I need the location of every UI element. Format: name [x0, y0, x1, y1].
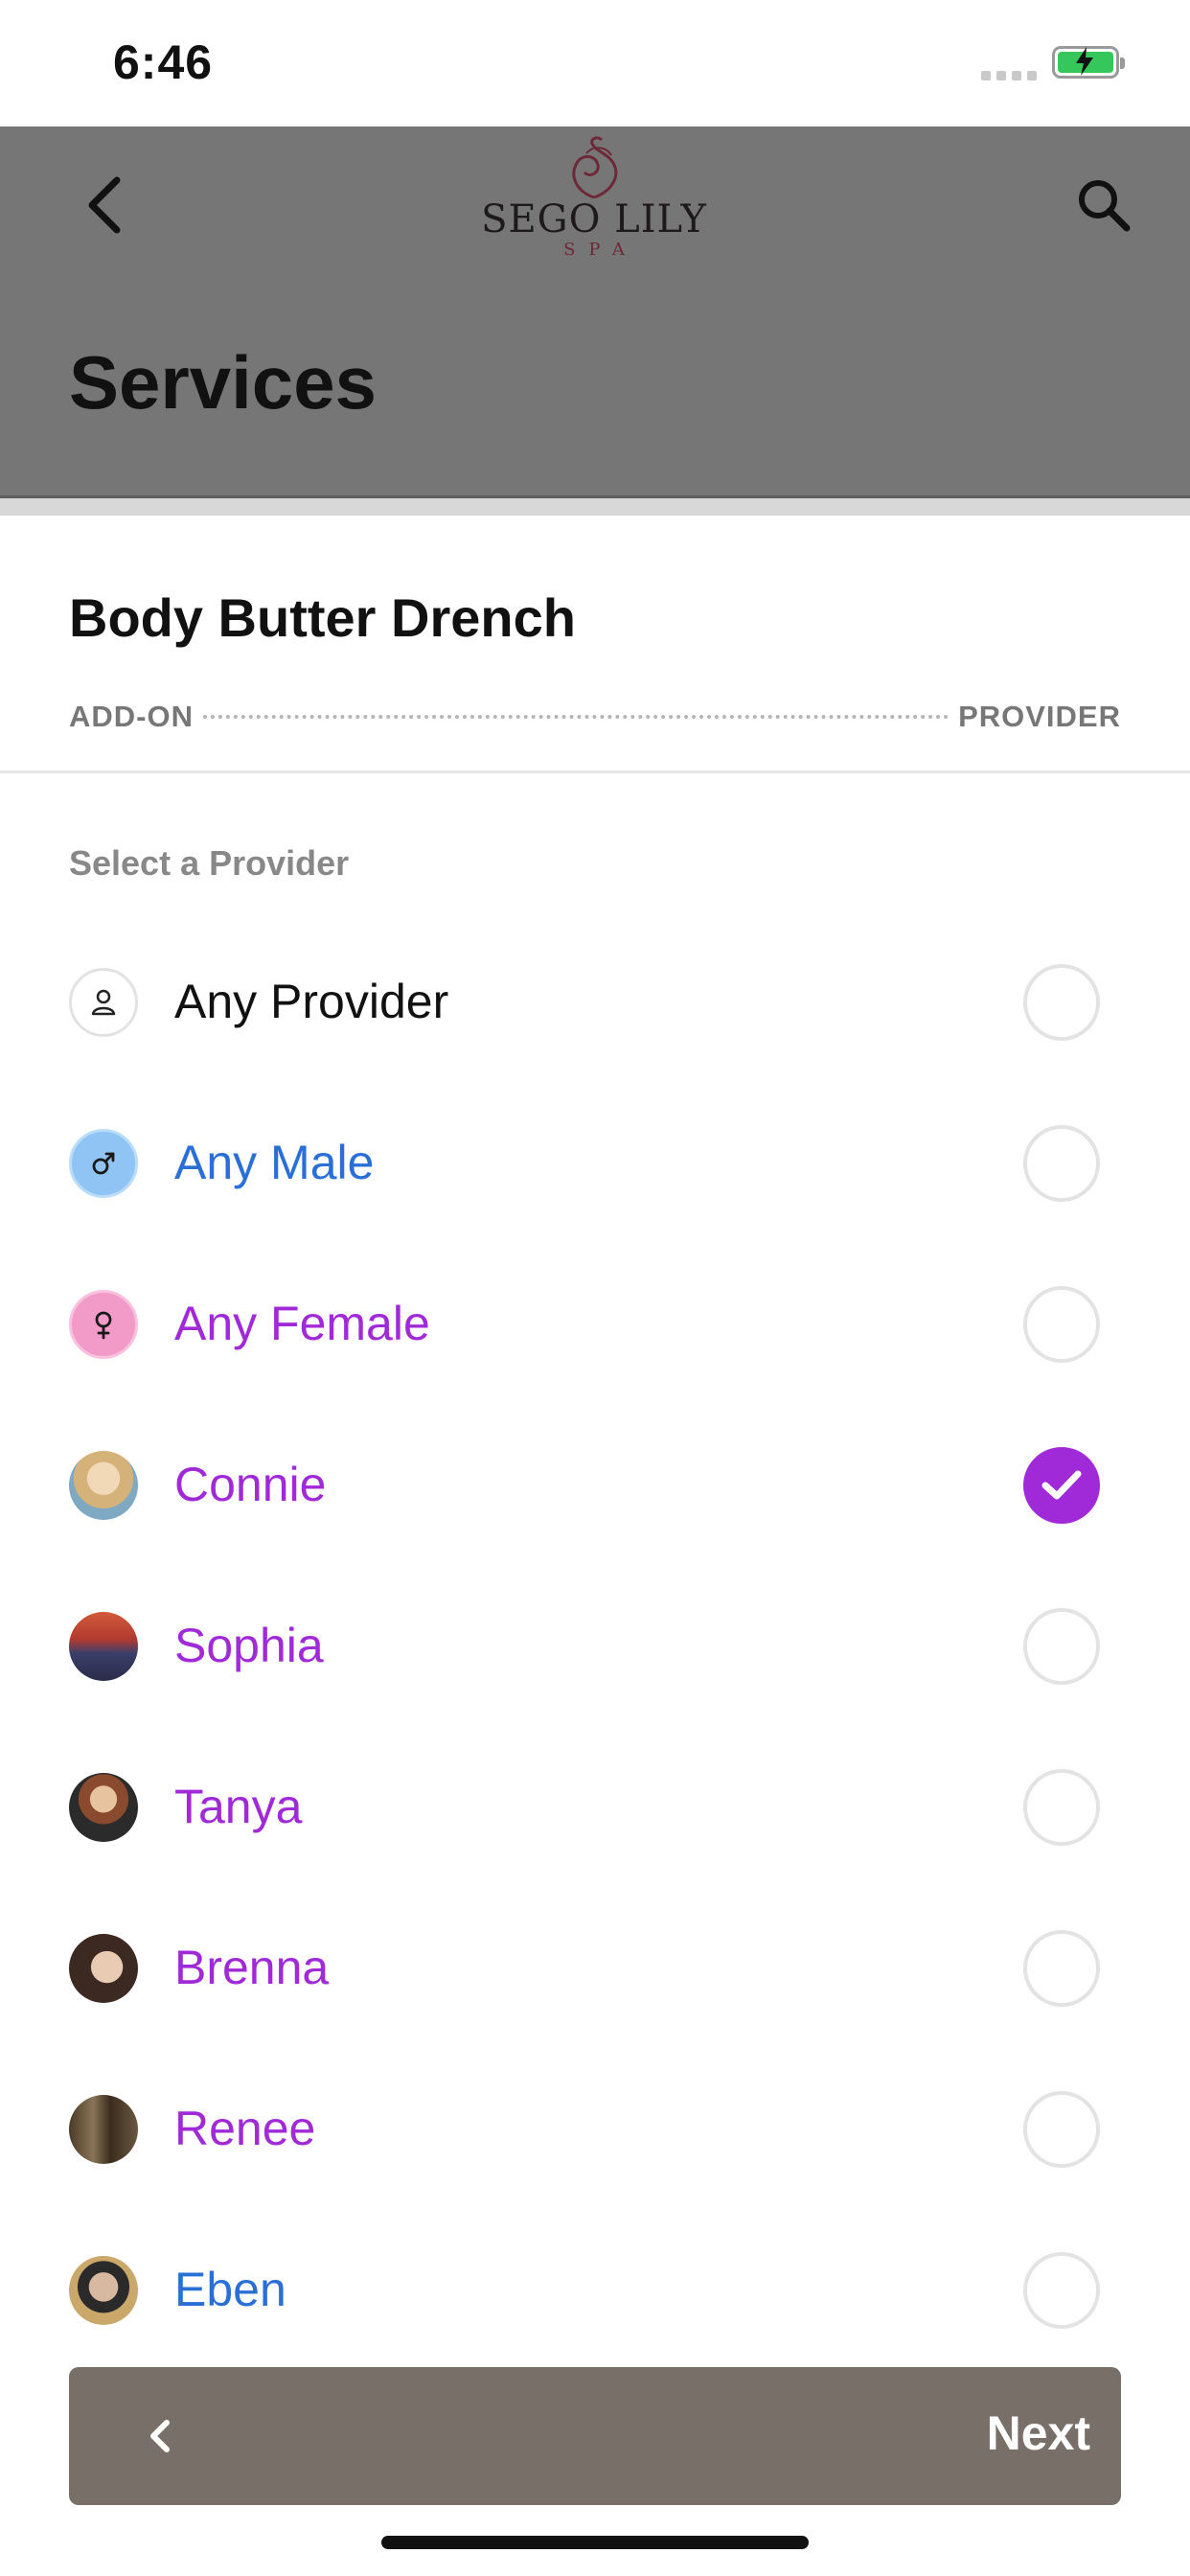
battery-icon: [1052, 46, 1125, 79]
provider-row-any-male[interactable]: Any Male: [0, 1083, 1190, 1244]
back-button[interactable]: [77, 165, 134, 242]
provider-row-renee[interactable]: Renee: [0, 2049, 1190, 2210]
select-provider-label: Select a Provider: [69, 843, 350, 883]
step-add-on[interactable]: ADD-ON: [69, 700, 194, 734]
checkmark-icon: [1041, 1470, 1082, 1500]
provider-name: Connie: [174, 1458, 327, 1511]
provider-name: Any Provider: [174, 975, 449, 1028]
avatar: [69, 1612, 138, 1681]
provider-list: Any Provider Any Male Any Female Connie: [0, 922, 1190, 2371]
provider-radio[interactable]: [1023, 2091, 1100, 2168]
male-icon: [69, 1129, 138, 1198]
provider-radio[interactable]: [1023, 1125, 1100, 1202]
provider-radio[interactable]: [1023, 1608, 1100, 1685]
provider-radio[interactable]: [1023, 1286, 1100, 1363]
lily-logo-icon: [572, 136, 618, 199]
app-header: SEGO LILY SPA Services: [0, 126, 1190, 498]
search-button[interactable]: [1071, 165, 1138, 242]
provider-row-sophia[interactable]: Sophia: [0, 1566, 1190, 1727]
next-button[interactable]: Next: [987, 2405, 1090, 2461]
female-icon: [69, 1290, 138, 1359]
provider-name: Any Male: [174, 1136, 375, 1189]
avatar: [69, 1451, 138, 1520]
provider-row-any-female[interactable]: Any Female: [0, 1244, 1190, 1405]
provider-name: Any Female: [174, 1297, 430, 1350]
provider-name: Brenna: [174, 1941, 330, 1994]
provider-name: Renee: [174, 2102, 316, 2155]
avatar: [69, 1773, 138, 1842]
provider-name: Eben: [174, 2263, 286, 2316]
provider-radio[interactable]: [1023, 2252, 1100, 2329]
previous-step-button[interactable]: [126, 2402, 195, 2471]
provider-name: Tanya: [174, 1780, 303, 1833]
provider-radio[interactable]: [1023, 1930, 1100, 2007]
header-divider: [0, 498, 1190, 516]
sego-lily-logo: SEGO LILY SPA: [479, 134, 709, 268]
avatar: [69, 2256, 138, 2325]
chevron-left-icon: [150, 2420, 170, 2452]
avatar: [69, 1934, 138, 2003]
status-bar: 6:46: [0, 0, 1190, 126]
footer-navigation: Next: [69, 2367, 1121, 2505]
provider-radio-checked[interactable]: [1023, 1447, 1100, 1524]
provider-row-tanya[interactable]: Tanya: [0, 1727, 1190, 1888]
provider-name: Sophia: [174, 1619, 324, 1672]
signal-icon: [981, 71, 1037, 80]
status-time: 6:46: [113, 35, 214, 89]
provider-row-brenna[interactable]: Brenna: [0, 1888, 1190, 2049]
home-indicator: [381, 2536, 809, 2549]
booking-stepper: ADD-ON PROVIDER: [69, 698, 1121, 736]
provider-row-any-provider[interactable]: Any Provider: [0, 922, 1190, 1083]
provider-radio[interactable]: [1023, 1769, 1100, 1846]
search-icon: [1079, 180, 1131, 232]
avatar: [69, 2095, 138, 2164]
person-icon: [69, 968, 138, 1037]
logo-name: SEGO LILY: [481, 197, 707, 242]
provider-row-eben[interactable]: Eben: [0, 2210, 1190, 2371]
provider-row-connie[interactable]: Connie: [0, 1405, 1190, 1566]
provider-radio[interactable]: [1023, 964, 1100, 1041]
service-name: Body Butter Drench: [69, 587, 576, 648]
page-title: Services: [69, 340, 377, 425]
section-divider: [0, 770, 1190, 773]
logo-subtitle: SPA: [563, 240, 638, 260]
chevron-left-icon: [88, 176, 121, 234]
step-provider[interactable]: PROVIDER: [958, 700, 1121, 734]
step-connector: [203, 715, 950, 719]
